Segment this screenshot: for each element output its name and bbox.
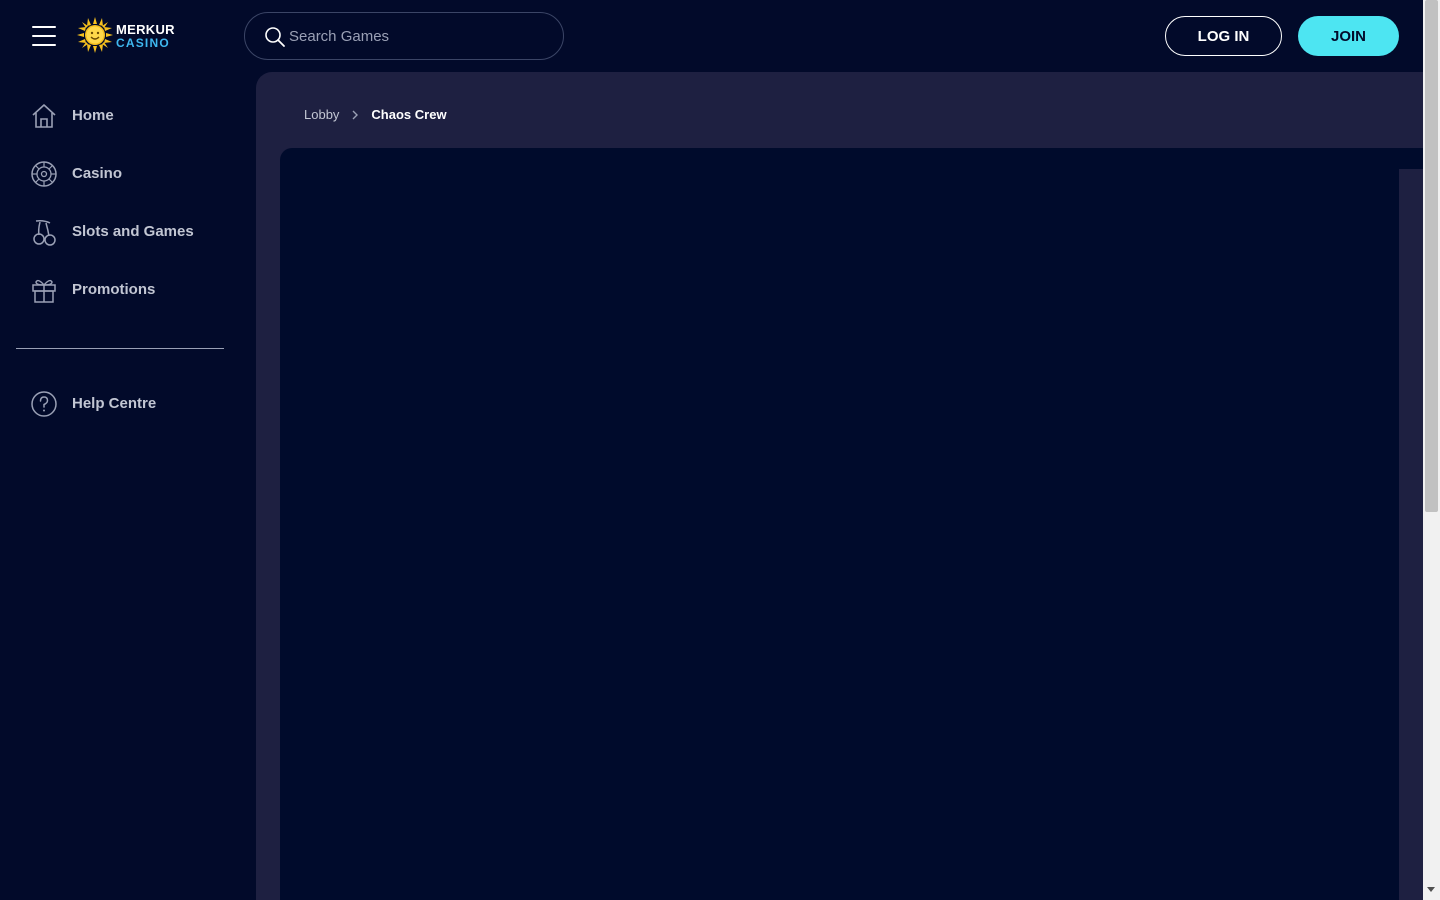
page-scrollbar[interactable] (1423, 0, 1440, 900)
sidebar-item-home[interactable]: Home (16, 92, 224, 140)
login-button[interactable]: LOG IN (1165, 16, 1282, 56)
scroll-down-arrow-icon[interactable] (1427, 887, 1435, 892)
logo-text-merkur: MERKUR (116, 22, 175, 37)
merkur-casino-logo[interactable]: MERKUR CASINO (77, 17, 177, 55)
sidebar-item-label: Help Centre (72, 395, 157, 412)
game-side-panel (1399, 169, 1423, 900)
sidebar-item-promotions[interactable]: Promotions (16, 266, 224, 314)
menu-icon[interactable] (32, 26, 56, 46)
sidebar-item-casino[interactable]: Casino (16, 150, 224, 198)
chevron-right-icon (352, 110, 359, 119)
menu-line (32, 44, 56, 46)
help-icon (31, 391, 57, 417)
sidebar-item-label: Casino (72, 165, 123, 182)
logo-text-casino: CASINO (116, 36, 170, 50)
top-header: MERKUR CASINO LOG IN JOIN (0, 0, 1423, 72)
home-icon (32, 104, 56, 128)
game-frame[interactable] (280, 148, 1423, 900)
gift-icon (32, 279, 56, 303)
menu-line (32, 26, 56, 28)
scrollbar-thumb[interactable] (1425, 0, 1438, 512)
cherries-icon (33, 220, 56, 246)
search-icon (265, 27, 285, 47)
main-content: Lobby Chaos Crew (256, 72, 1423, 900)
menu-line (32, 35, 56, 37)
sidebar: Home Casino Slots and Games Promotions H… (0, 72, 256, 900)
breadcrumb-current: Chaos Crew (371, 107, 447, 122)
sidebar-divider (16, 348, 224, 349)
breadcrumb: Lobby Chaos Crew (304, 107, 447, 122)
sidebar-item-slots-and-games[interactable]: Slots and Games (16, 208, 224, 256)
search-box[interactable] (244, 12, 564, 60)
join-button[interactable]: JOIN (1298, 16, 1399, 56)
search-input[interactable] (289, 13, 549, 59)
sidebar-item-label: Home (72, 107, 114, 124)
sidebar-item-label: Promotions (72, 281, 156, 298)
sun-logo-icon (77, 17, 113, 53)
breadcrumb-lobby-link[interactable]: Lobby (304, 107, 339, 122)
roulette-icon (31, 161, 57, 187)
sidebar-item-label: Slots and Games (72, 223, 194, 240)
sidebar-item-help-centre[interactable]: Help Centre (16, 380, 224, 428)
